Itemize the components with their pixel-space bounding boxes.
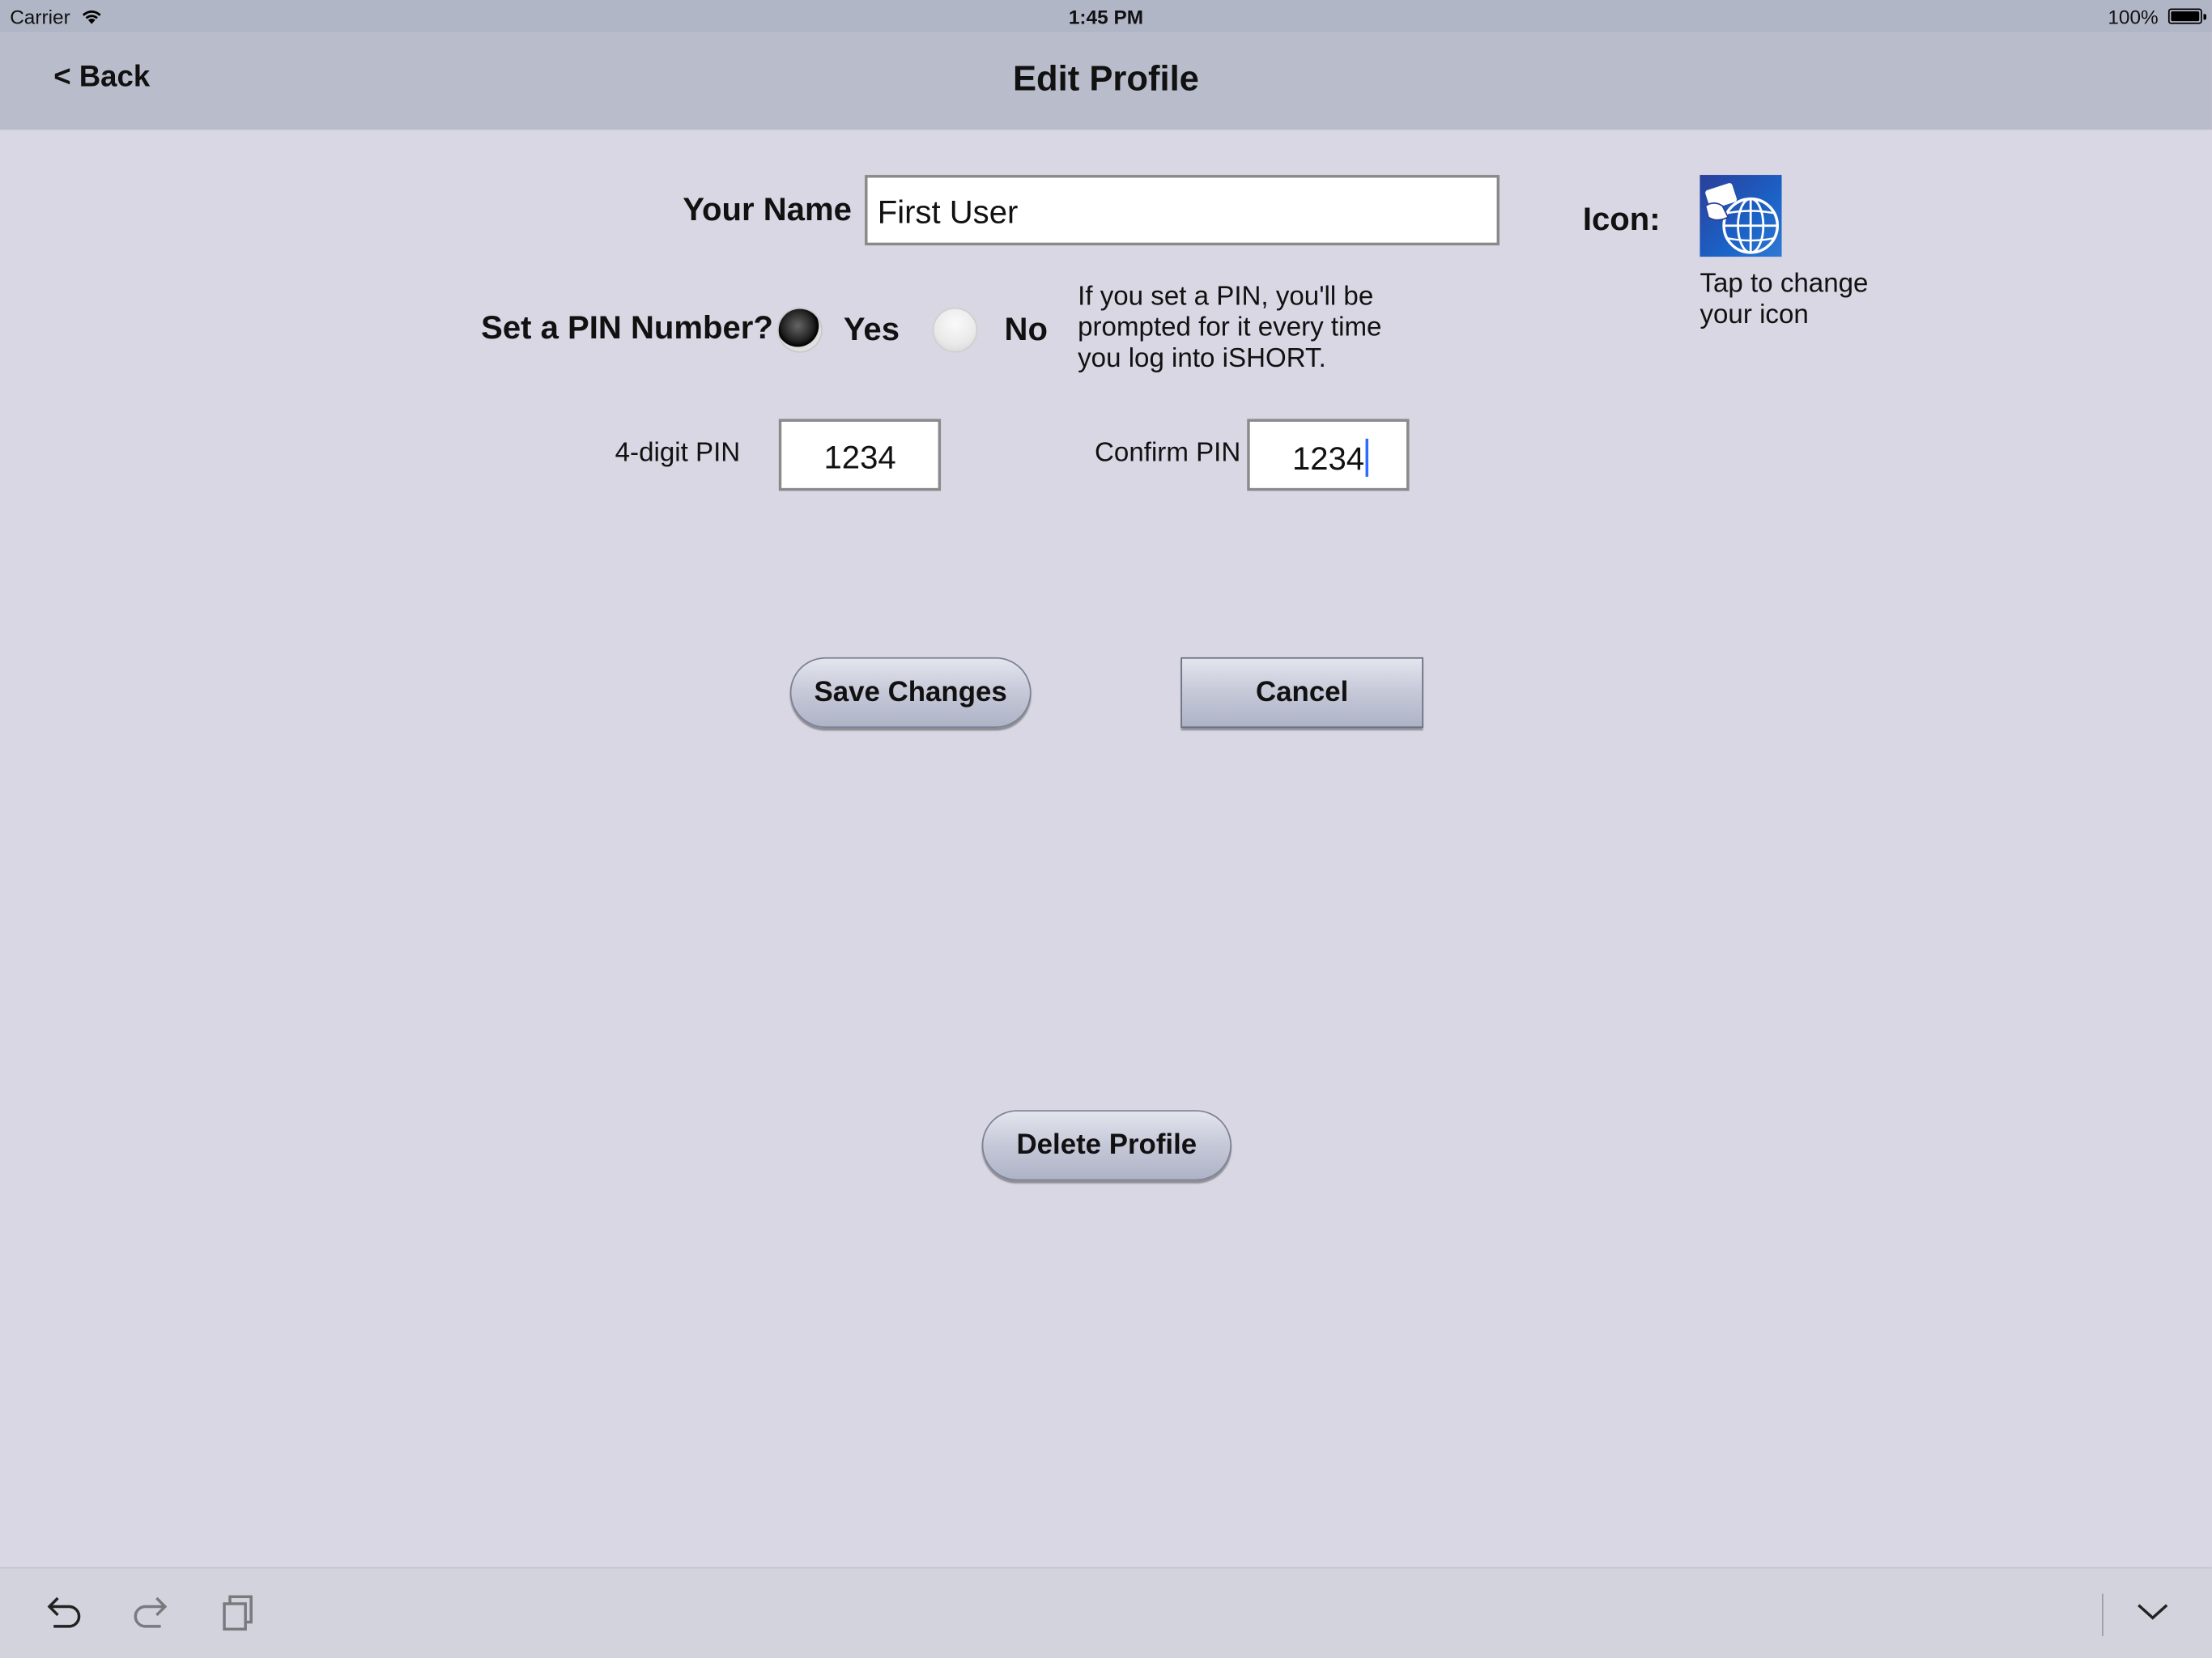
keyboard-shortcut-bar [0,1567,2212,1658]
globe-icon [1704,183,1780,254]
cancel-button[interactable]: Cancel [1180,657,1423,729]
confirm-pin-value: 1234 [1291,440,1365,477]
battery-percentage: 100% [2108,5,2159,28]
name-label: Your Name [683,190,852,227]
pin-question-label: Set a PIN Number? [481,308,773,346]
clock: 1:45 PM [1068,5,1144,28]
pin-field-value: 1234 [823,438,896,476]
shortcut-bar-divider [2102,1593,2104,1637]
delete-profile-button[interactable]: Delete Profile [981,1110,1232,1181]
pin-yes-label: Yes [843,310,900,347]
icon-label: Icon: [1582,200,1661,237]
save-changes-button[interactable]: Save Changes [789,657,1032,729]
navigation-bar: < Back Edit Profile [0,32,2212,130]
app-screen: Carrier 1:45 PM 100% < Back Edit Profile… [0,0,2212,1658]
icon-hint-text: Tap to change your icon [1699,269,1869,330]
redo-icon[interactable] [130,1591,172,1640]
confirm-pin-field[interactable]: 1234 [1247,419,1410,491]
text-cursor [1365,438,1369,477]
profile-icon-button[interactable] [1699,175,1782,257]
pin-no-radio[interactable] [934,308,976,351]
pin-no-label: No [1004,310,1048,347]
paste-icon[interactable] [220,1594,257,1640]
pin-yes-radio[interactable] [778,308,822,351]
page-title: Edit Profile [1012,59,1199,99]
confirm-pin-label: Confirm PIN [1095,438,1241,469]
undo-icon[interactable] [42,1591,84,1640]
pin-field-label: 4-digit PIN [615,438,741,469]
name-field[interactable]: First User [865,175,1500,246]
pin-field[interactable]: 1234 [778,419,942,491]
keyboard-dismiss-icon[interactable] [2134,1600,2171,1632]
battery-icon [2167,8,2206,24]
status-bar: Carrier 1:45 PM 100% [0,0,2212,33]
pin-hint-text: If you set a PIN, you'll be prompted for… [1078,282,1382,374]
